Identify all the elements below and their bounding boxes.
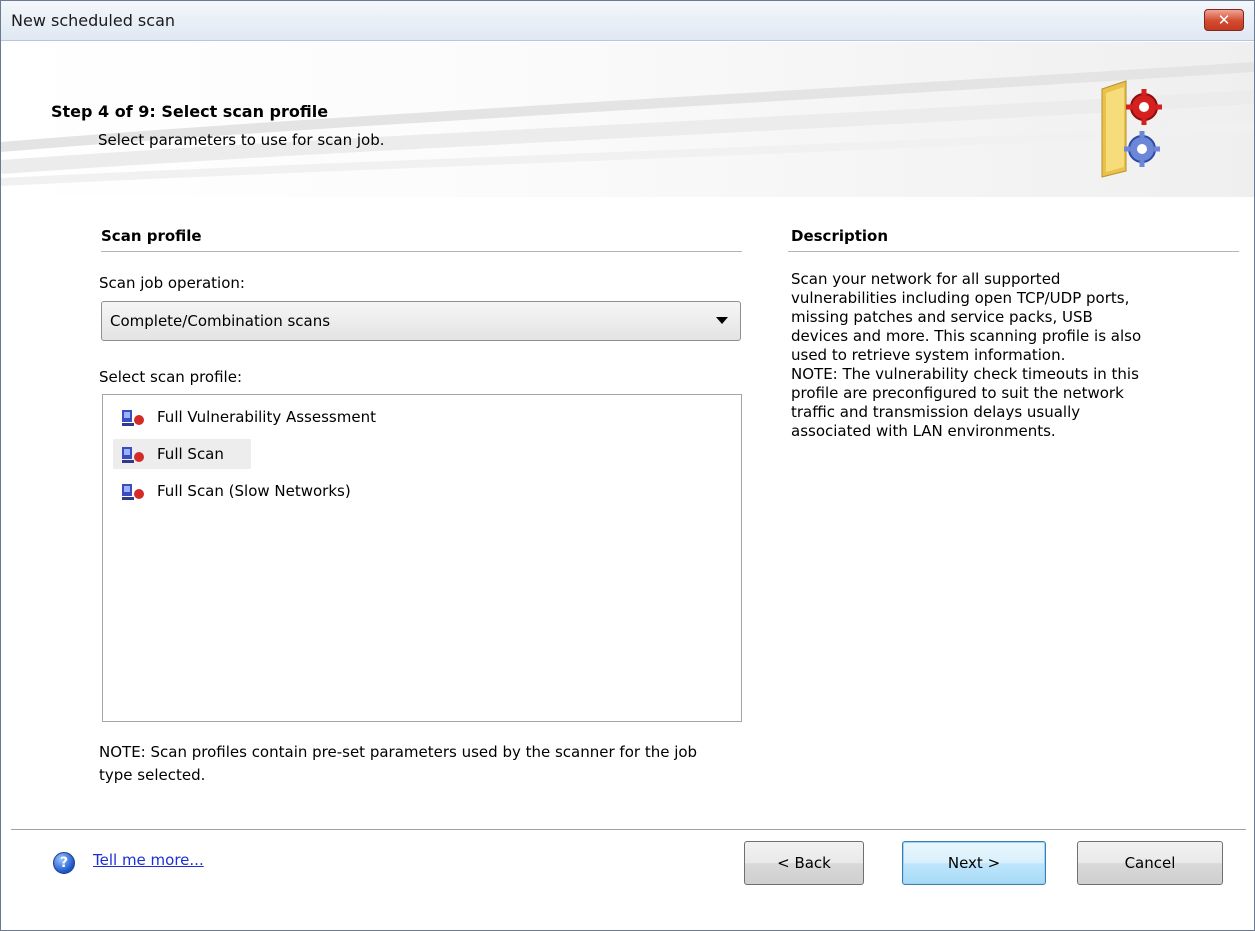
description-line: traffic and transmission delays usually [791,403,1081,421]
dialog-window: New scheduled scan ✕ Step 4 of 9: Select… [0,0,1255,931]
wizard-header: Step 4 of 9: Select scan profile Select … [1,42,1254,197]
description-line: profile are preconfigured to suit the ne… [791,384,1124,402]
footer-divider [11,829,1246,831]
scan-profile-icon [122,484,144,500]
description-line: missing patches and service packs, USB [791,308,1093,326]
window-title: New scheduled scan [11,11,176,30]
step-subtitle: Select parameters to use for scan job. [98,131,385,149]
scan-profile-icon [122,410,144,426]
description-text: Scan your network for all supported vuln… [791,270,1241,441]
scan-profile-divider [101,251,742,252]
select-scan-profile-label: Select scan profile: [99,368,243,386]
description-line: vulnerabilities including open TCP/UDP p… [791,289,1130,307]
close-button[interactable]: ✕ [1204,9,1244,31]
description-line: Scan your network for all supported [791,270,1061,288]
title-bar: New scheduled scan ✕ [1,1,1254,41]
scan-job-operation-label: Scan job operation: [99,274,245,292]
description-line: used to retrieve system information. [791,346,1066,364]
list-item-selected[interactable]: Full Scan [113,439,251,469]
scan-profile-icon [122,447,144,463]
dropdown-arrow-icon[interactable] [716,317,728,324]
profile-label: Full Scan (Slow Networks) [157,482,351,500]
description-line: NOTE: The vulnerability check timeouts i… [791,365,1139,383]
help-icon[interactable]: ? [53,852,75,874]
next-button[interactable]: Next > [902,841,1046,885]
scan-profile-heading: Scan profile [101,227,202,245]
folder-gears-icon [1101,80,1162,178]
scan-profile-list[interactable]: Full Vulnerability Assessment Full Scan … [102,394,742,722]
scan-job-operation-select[interactable]: Complete/Combination scans [101,301,741,341]
scan-profile-note: NOTE: Scan profiles contain pre-set para… [99,743,698,784]
profile-label: Full Scan [157,445,224,463]
step-title: Step 4 of 9: Select scan profile [51,102,329,121]
scan-job-operation-value: Complete/Combination scans [110,312,331,330]
tell-me-more-link[interactable]: Tell me more... [93,851,204,869]
description-line: devices and more. This scanning profile … [791,327,1142,345]
description-line: associated with LAN environments. [791,422,1056,440]
list-item[interactable]: Full Scan (Slow Networks) [113,476,413,506]
profile-label: Full Vulnerability Assessment [157,408,376,426]
cancel-button[interactable]: Cancel [1077,841,1223,885]
description-heading: Description [791,227,889,245]
list-item[interactable]: Full Vulnerability Assessment [113,402,443,432]
back-button[interactable]: < Back [744,841,864,885]
description-divider [788,251,1239,252]
